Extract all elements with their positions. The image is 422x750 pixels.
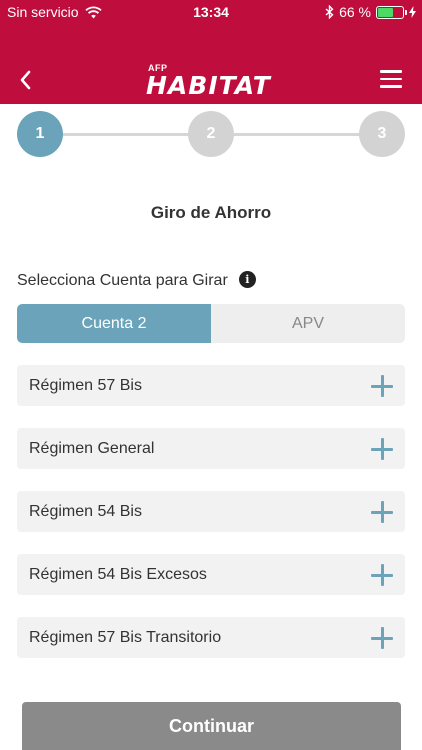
charging-icon: [409, 6, 416, 18]
plus-icon[interactable]: [371, 564, 393, 586]
plus-icon[interactable]: [371, 375, 393, 397]
regime-label: Régimen 54 Bis: [29, 502, 142, 520]
back-button[interactable]: [14, 66, 40, 94]
regime-item-general[interactable]: Régimen General: [17, 428, 405, 469]
regime-item-57-bis-transitorio[interactable]: Régimen 57 Bis Transitorio: [17, 617, 405, 658]
app-header: Sin servicio 13:34 66 % AFP HABITAT: [0, 0, 422, 104]
chevron-left-icon: [20, 70, 31, 90]
step-3: 3: [359, 111, 405, 157]
segment-apv[interactable]: APV: [211, 304, 405, 343]
regime-list: Régimen 57 Bis Régimen General Régimen 5…: [17, 365, 405, 680]
regime-item-54-bis-excesos[interactable]: Régimen 54 Bis Excesos: [17, 554, 405, 595]
regime-item-54-bis[interactable]: Régimen 54 Bis: [17, 491, 405, 532]
regime-label: Régimen 54 Bis Excesos: [29, 565, 207, 583]
step-1: 1: [17, 111, 63, 157]
battery-percent: 66 %: [339, 4, 371, 20]
bluetooth-icon: [325, 5, 334, 19]
battery-fill: [378, 7, 393, 17]
step-2: 2: [188, 111, 234, 157]
segment-cuenta-2[interactable]: Cuenta 2: [17, 304, 211, 343]
continue-button[interactable]: Continuar: [22, 702, 401, 750]
regime-label: Régimen General: [29, 439, 155, 457]
progress-stepper: 1 2 3: [17, 111, 405, 157]
account-select-label-text: Selecciona Cuenta para Girar: [17, 272, 228, 289]
regime-label: Régimen 57 Bis Transitorio: [29, 628, 222, 646]
regime-item-57-bis[interactable]: Régimen 57 Bis: [17, 365, 405, 406]
status-bar: Sin servicio 13:34 66 %: [0, 0, 422, 24]
plus-icon[interactable]: [371, 438, 393, 460]
account-select-label: Selecciona Cuenta para Girar i: [17, 270, 256, 290]
account-segmented-control: Cuenta 2 APV: [17, 304, 405, 343]
logo-brand-text: HABITAT: [146, 71, 271, 100]
page-title: Giro de Ahorro: [150, 203, 272, 222]
regime-label: Régimen 57 Bis: [29, 376, 142, 394]
plus-icon[interactable]: [371, 627, 393, 649]
afp-habitat-logo: AFP HABITAT: [146, 63, 284, 100]
hamburger-menu-icon: [380, 70, 402, 88]
menu-button[interactable]: [380, 70, 402, 90]
battery-icon: [376, 5, 407, 19]
info-icon[interactable]: i: [238, 270, 256, 288]
plus-icon[interactable]: [371, 501, 393, 523]
